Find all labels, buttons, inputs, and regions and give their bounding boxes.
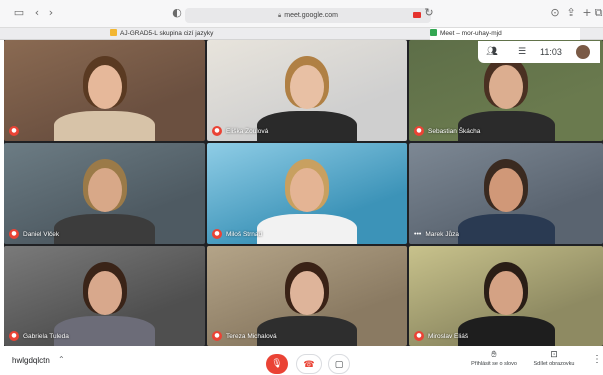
participant-face — [87, 65, 122, 110]
participant-name: Miroslav Eliáš — [428, 332, 469, 340]
camera-recording-icon[interactable] — [413, 12, 421, 18]
participant-tile[interactable]: ● Eliška Zoulová — [207, 40, 407, 141]
chevron-up-icon[interactable]: ⌃ — [58, 355, 65, 364]
participant-name-tag: ● Miroslav Eliáš — [414, 330, 468, 342]
meeting-code[interactable]: hwlgdqlctn — [12, 356, 50, 365]
participant-name-tag: ● Miloš Strnad — [212, 228, 262, 240]
participant-face — [489, 271, 523, 315]
participant-name: Sebastian Škácha — [428, 127, 481, 135]
participant-video — [54, 110, 155, 141]
participant-name-tag: ● — [9, 125, 23, 137]
mic-off-icon: ● — [9, 229, 19, 239]
more-options-icon[interactable]: ⋮ — [592, 354, 602, 365]
present-label: Sdílet obrazovku — [533, 361, 575, 367]
meet-favicon-icon — [430, 29, 437, 36]
mic-off-icon: 🎙︎ — [271, 359, 283, 369]
self-avatar[interactable] — [575, 45, 590, 59]
participant-face — [489, 168, 523, 213]
participant-face — [290, 65, 324, 110]
participant-face — [489, 65, 523, 110]
participant-tile[interactable]: ● Miloš Strnad — [207, 143, 407, 244]
camera-icon: ▢ — [334, 360, 344, 370]
back-icon[interactable]: ‹ — [30, 6, 44, 20]
browser-toolbar: ▭ ‹ › ◐ 🔒︎ meet.google.com ↻ ⊙ ⇪ + ⧉ — [0, 0, 603, 27]
participant-tile[interactable]: ● Tereza Michalová — [207, 246, 407, 346]
classroom-favicon-icon — [110, 29, 117, 36]
video-grid: ● ● Eliška Zoulová ● Sebastian Škácha ● Daniel… — [4, 40, 603, 346]
participant-name-tag: ● Eliška Zoulová — [212, 125, 268, 137]
mic-toggle-button[interactable]: 🎙︎ — [266, 354, 288, 374]
mic-off-icon: ● — [212, 331, 222, 341]
meeting-info-overlay: 👥︎ ☰ 11:03 — [478, 41, 600, 63]
hand-icon: ✋︎ — [491, 350, 497, 360]
tabs-overview-icon[interactable]: ⧉ — [594, 6, 603, 20]
participant-name: Gabriela Tuleda — [23, 332, 69, 340]
participant-tile[interactable]: ● Gabriela Tuleda — [4, 246, 205, 346]
clock: 11:03 — [540, 47, 562, 57]
participant-video — [54, 213, 155, 244]
participant-name-tag: ● Sebastian Škácha — [414, 125, 480, 137]
hang-up-icon: ☎ — [303, 360, 315, 370]
participant-name-tag: ● Tereza Michalová — [212, 330, 277, 342]
participant-name: Eliška Zoulová — [226, 127, 269, 135]
tab-strip: AJ-GRAD5-L skupina cizí jazyky Meet – mo… — [0, 27, 603, 40]
reload-icon[interactable]: ↻ — [422, 6, 436, 20]
address-bar[interactable]: 🔒︎ meet.google.com — [185, 8, 431, 23]
participant-video — [54, 316, 155, 346]
sidebar-icon[interactable]: ▭ — [12, 6, 26, 20]
raise-hand-button[interactable]: ✋︎ Přihlásit se o slovo — [464, 350, 524, 367]
participant-name-tag: ● Gabriela Tuleda — [9, 330, 69, 342]
participant-tile[interactable]: ••• Marek Jůza — [409, 143, 603, 244]
present-button[interactable]: ⊡ Sdílet obrazovku — [528, 350, 580, 367]
participant-name: Marek Jůza — [425, 230, 459, 238]
present-screen-icon: ⊡ — [550, 350, 558, 360]
participant-name-tag: ••• Marek Jůza — [414, 228, 459, 240]
mic-off-icon: ● — [414, 126, 424, 136]
participant-name-tag: ● Daniel Vlček — [9, 228, 59, 240]
call-controls: hwlgdqlctn ⌃ 🎙︎ ☎ ▢ ✋︎ Přihlásit se o sl… — [0, 346, 603, 374]
shield-icon[interactable]: ◐ — [170, 6, 184, 20]
mic-off-icon: ● — [9, 331, 19, 341]
participant-video — [457, 213, 555, 244]
url-text: meet.google.com — [284, 12, 338, 19]
raise-hand-label: Přihlásit se o slovo — [471, 361, 517, 367]
mic-off-icon: ● — [414, 331, 424, 341]
participant-video — [257, 213, 357, 244]
participant-video — [457, 316, 555, 346]
speaking-dots-icon: ••• — [414, 230, 422, 238]
participant-face — [87, 168, 122, 213]
share-icon[interactable]: ⇪ — [564, 6, 578, 20]
participant-name: Daniel Vlček — [23, 230, 60, 238]
people-icon[interactable]: 👥︎ — [482, 47, 502, 57]
mic-off-icon: ● — [212, 229, 222, 239]
download-icon[interactable]: ⊙ — [548, 6, 562, 20]
mic-off-icon: ● — [212, 126, 222, 136]
camera-toggle-button[interactable]: ▢ — [328, 354, 350, 374]
participant-name: Miloš Strnad — [226, 230, 263, 238]
participant-tile[interactable]: ● Miroslav Eliáš — [409, 246, 603, 346]
forward-icon[interactable]: › — [44, 6, 58, 20]
participant-face — [87, 271, 122, 315]
chat-icon[interactable]: ☰ — [512, 47, 532, 57]
leave-call-button[interactable]: ☎ — [296, 354, 322, 374]
tab-label: Meet – mor-uhay-mjd — [440, 30, 502, 37]
participant-tile[interactable]: ● — [4, 40, 205, 141]
lock-icon: 🔒︎ — [278, 13, 282, 19]
participant-video — [257, 110, 357, 141]
new-tab-icon[interactable]: + — [580, 6, 594, 20]
participant-face — [290, 168, 324, 213]
participant-face — [290, 271, 324, 315]
participant-tile[interactable]: ● Daniel Vlček — [4, 143, 205, 244]
tab-meet[interactable]: Meet – mor-uhay-mjd — [430, 28, 580, 40]
mic-off-icon: ● — [9, 126, 19, 136]
participant-name: Tereza Michalová — [226, 332, 277, 340]
tab-label: AJ-GRAD5-L skupina cizí jazyky — [120, 30, 214, 37]
tab-aj-grad5[interactable]: AJ-GRAD5-L skupina cizí jazyky — [110, 28, 300, 40]
